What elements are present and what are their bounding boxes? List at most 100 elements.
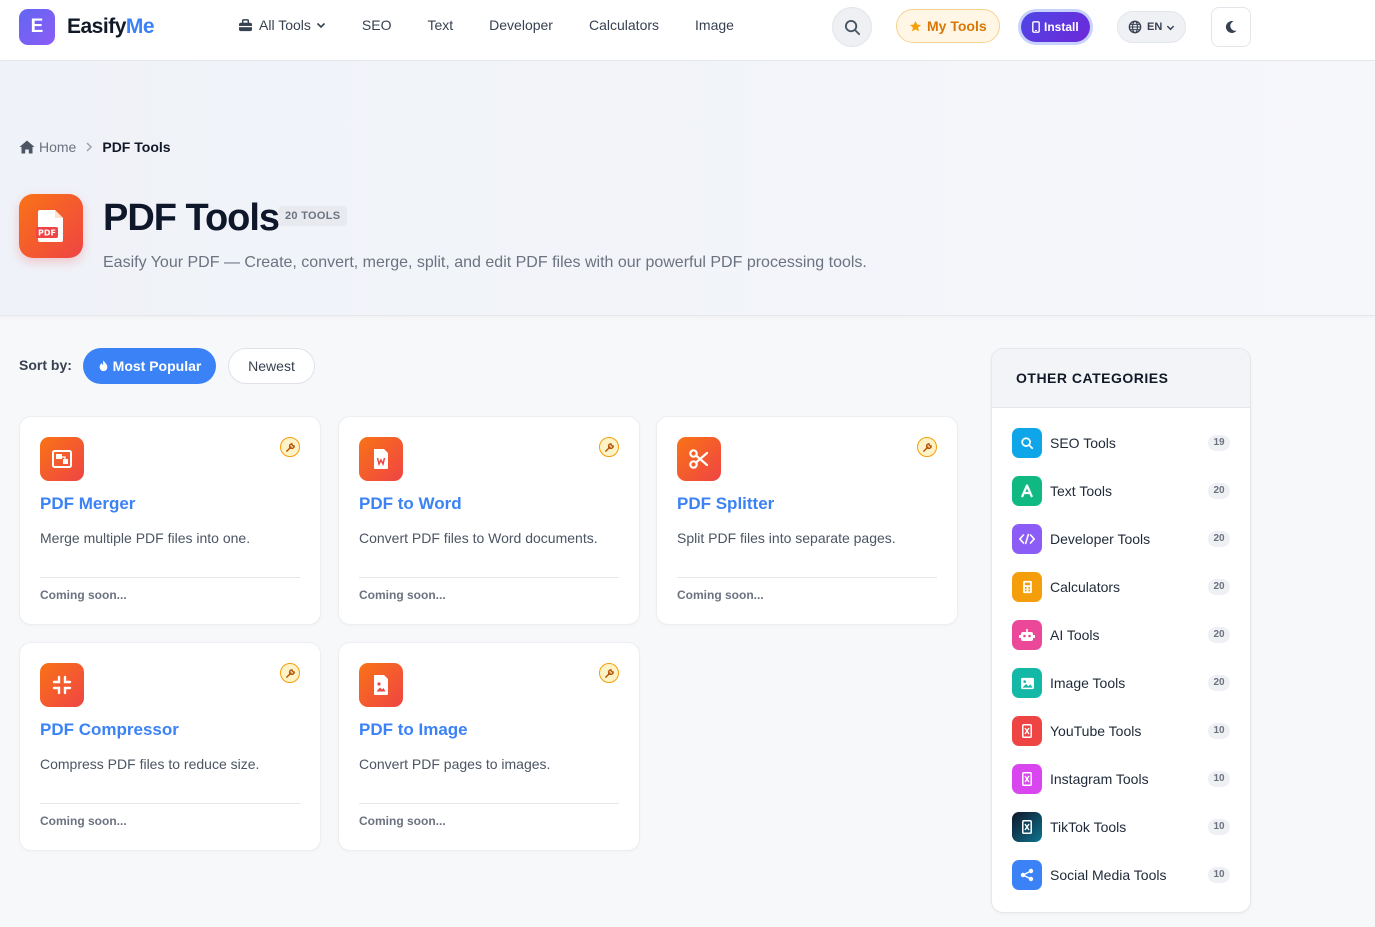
sort-label: Sort by:: [19, 357, 72, 373]
category-developer-tools[interactable]: Developer Tools 20: [1012, 523, 1232, 555]
compress-icon: [40, 663, 84, 707]
language-label: EN: [1147, 21, 1163, 33]
tool-status: Coming soon...: [359, 588, 446, 602]
tool-status: Coming soon...: [40, 814, 127, 828]
tiktok-icon: [1012, 812, 1042, 842]
nav-seo[interactable]: SEO: [362, 17, 392, 33]
divider: [40, 803, 300, 804]
category-label: Text Tools: [1050, 483, 1112, 499]
wrench-icon: [280, 437, 300, 457]
wrench-icon: [599, 663, 619, 683]
theme-toggle-button[interactable]: [1211, 7, 1251, 47]
tool-title[interactable]: PDF to Word: [359, 494, 462, 514]
toolbox-icon: [239, 18, 252, 31]
page-title: PDF Tools: [103, 197, 280, 239]
tool-title[interactable]: PDF Splitter: [677, 494, 774, 514]
install-button[interactable]: Install: [1021, 12, 1090, 42]
nav-text[interactable]: Text: [427, 17, 453, 33]
image-file-icon: [359, 663, 403, 707]
search-icon: [1012, 428, 1042, 458]
breadcrumb-home[interactable]: Home: [19, 139, 76, 155]
tool-card-pdf-to-image[interactable]: PDF to Image Convert PDF pages to images…: [338, 642, 640, 851]
share-icon: [1012, 860, 1042, 890]
language-selector[interactable]: EN: [1117, 11, 1187, 43]
category-label: YouTube Tools: [1050, 723, 1142, 739]
tool-status: Coming soon...: [40, 588, 127, 602]
category-youtube-tools[interactable]: YouTube Tools 10: [1012, 715, 1232, 747]
category-ai-tools[interactable]: AI Tools 20: [1012, 619, 1232, 651]
divider: [359, 803, 619, 804]
tool-status: Coming soon...: [359, 814, 446, 828]
tool-description: Compress PDF files to reduce size.: [40, 756, 260, 772]
pdf-file-icon: PDF: [19, 194, 83, 258]
divider: [359, 577, 619, 578]
category-tiktok-tools[interactable]: TikTok Tools 10: [1012, 811, 1232, 843]
category-label: Image Tools: [1050, 675, 1126, 691]
nav-image[interactable]: Image: [695, 17, 734, 33]
category-social-media-tools[interactable]: Social Media Tools 10: [1012, 859, 1232, 891]
install-label: Install: [1044, 20, 1079, 34]
tool-card-pdf-merger[interactable]: PDF Merger Merge multiple PDF files into…: [19, 416, 321, 625]
letter-a-icon: [1012, 476, 1042, 506]
nav-calculators[interactable]: Calculators: [589, 17, 659, 33]
tool-card-pdf-to-word[interactable]: PDF to Word Convert PDF files to Word do…: [338, 416, 640, 625]
main-nav: All Tools SEO Text Developer Calculators…: [238, 17, 770, 33]
wrench-icon: [917, 437, 937, 457]
category-count: 10: [1208, 819, 1230, 835]
word-doc-icon: [359, 437, 403, 481]
category-instagram-tools[interactable]: Instagram Tools 10: [1012, 763, 1232, 795]
category-count: 10: [1208, 867, 1230, 883]
top-header: E EasifyMe All Tools SEO Text Developer …: [0, 0, 1375, 61]
other-categories-panel: OTHER CATEGORIES SEO Tools 19 Text Tools…: [991, 348, 1251, 913]
chevron-down-icon: [316, 22, 325, 29]
category-count: 20: [1208, 579, 1230, 595]
code-icon: [1012, 524, 1042, 554]
tool-title[interactable]: PDF Merger: [40, 494, 135, 514]
nav-developer[interactable]: Developer: [489, 17, 553, 33]
hero-section: Home PDF Tools PDF PDF Tools 20 TOOLS Ea…: [0, 61, 1375, 316]
logo-badge: E: [19, 9, 55, 45]
merge-icon: [40, 437, 84, 481]
category-count: 20: [1208, 627, 1230, 643]
nav-all-tools[interactable]: All Tools: [238, 17, 326, 33]
tool-card-pdf-splitter[interactable]: PDF Splitter Split PDF files into separa…: [656, 416, 958, 625]
category-count: 20: [1208, 531, 1230, 547]
page-description: Easify Your PDF — Create, convert, merge…: [103, 254, 867, 271]
tool-description: Convert PDF files to Word documents.: [359, 530, 598, 546]
logo-text: EasifyMe: [67, 15, 155, 39]
category-calculators[interactable]: Calculators 20: [1012, 571, 1232, 603]
fire-icon: [99, 360, 108, 372]
home-icon: [19, 140, 35, 154]
tool-title[interactable]: PDF Compressor: [40, 720, 179, 740]
category-text-tools[interactable]: Text Tools 20: [1012, 475, 1232, 507]
category-image-tools[interactable]: Image Tools 20: [1012, 667, 1232, 699]
sort-newest-button[interactable]: Newest: [228, 348, 315, 384]
my-tools-label: My Tools: [927, 18, 987, 34]
sort-most-popular-label: Most Popular: [112, 358, 202, 374]
tool-title[interactable]: PDF to Image: [359, 720, 468, 740]
logo[interactable]: E EasifyMe: [19, 9, 155, 45]
robot-icon: [1012, 620, 1042, 650]
divider: [40, 577, 300, 578]
sort-most-popular-button[interactable]: Most Popular: [83, 348, 216, 384]
category-count: 20: [1208, 483, 1230, 499]
tool-description: Split PDF files into separate pages.: [677, 530, 896, 546]
category-seo-tools[interactable]: SEO Tools 19: [1012, 427, 1232, 459]
logo-name: Easify: [67, 15, 126, 38]
breadcrumb-current: PDF Tools: [102, 139, 171, 155]
my-tools-button[interactable]: My Tools: [896, 9, 1000, 43]
category-label: AI Tools: [1050, 627, 1100, 643]
search-button[interactable]: [832, 7, 872, 47]
wrench-icon: [599, 437, 619, 457]
category-count: 20: [1208, 675, 1230, 691]
nav-all-tools-label: All Tools: [259, 17, 311, 33]
tool-description: Convert PDF pages to images.: [359, 756, 551, 772]
star-icon: [909, 20, 922, 31]
divider: [677, 577, 937, 578]
logo-name-accent: Me: [125, 15, 155, 38]
category-count: 19: [1208, 435, 1230, 451]
tool-card-pdf-compressor[interactable]: PDF Compressor Compress PDF files to red…: [19, 642, 321, 851]
instagram-icon: [1012, 764, 1042, 794]
category-count: 10: [1208, 771, 1230, 787]
chevron-right-icon: [85, 142, 93, 152]
